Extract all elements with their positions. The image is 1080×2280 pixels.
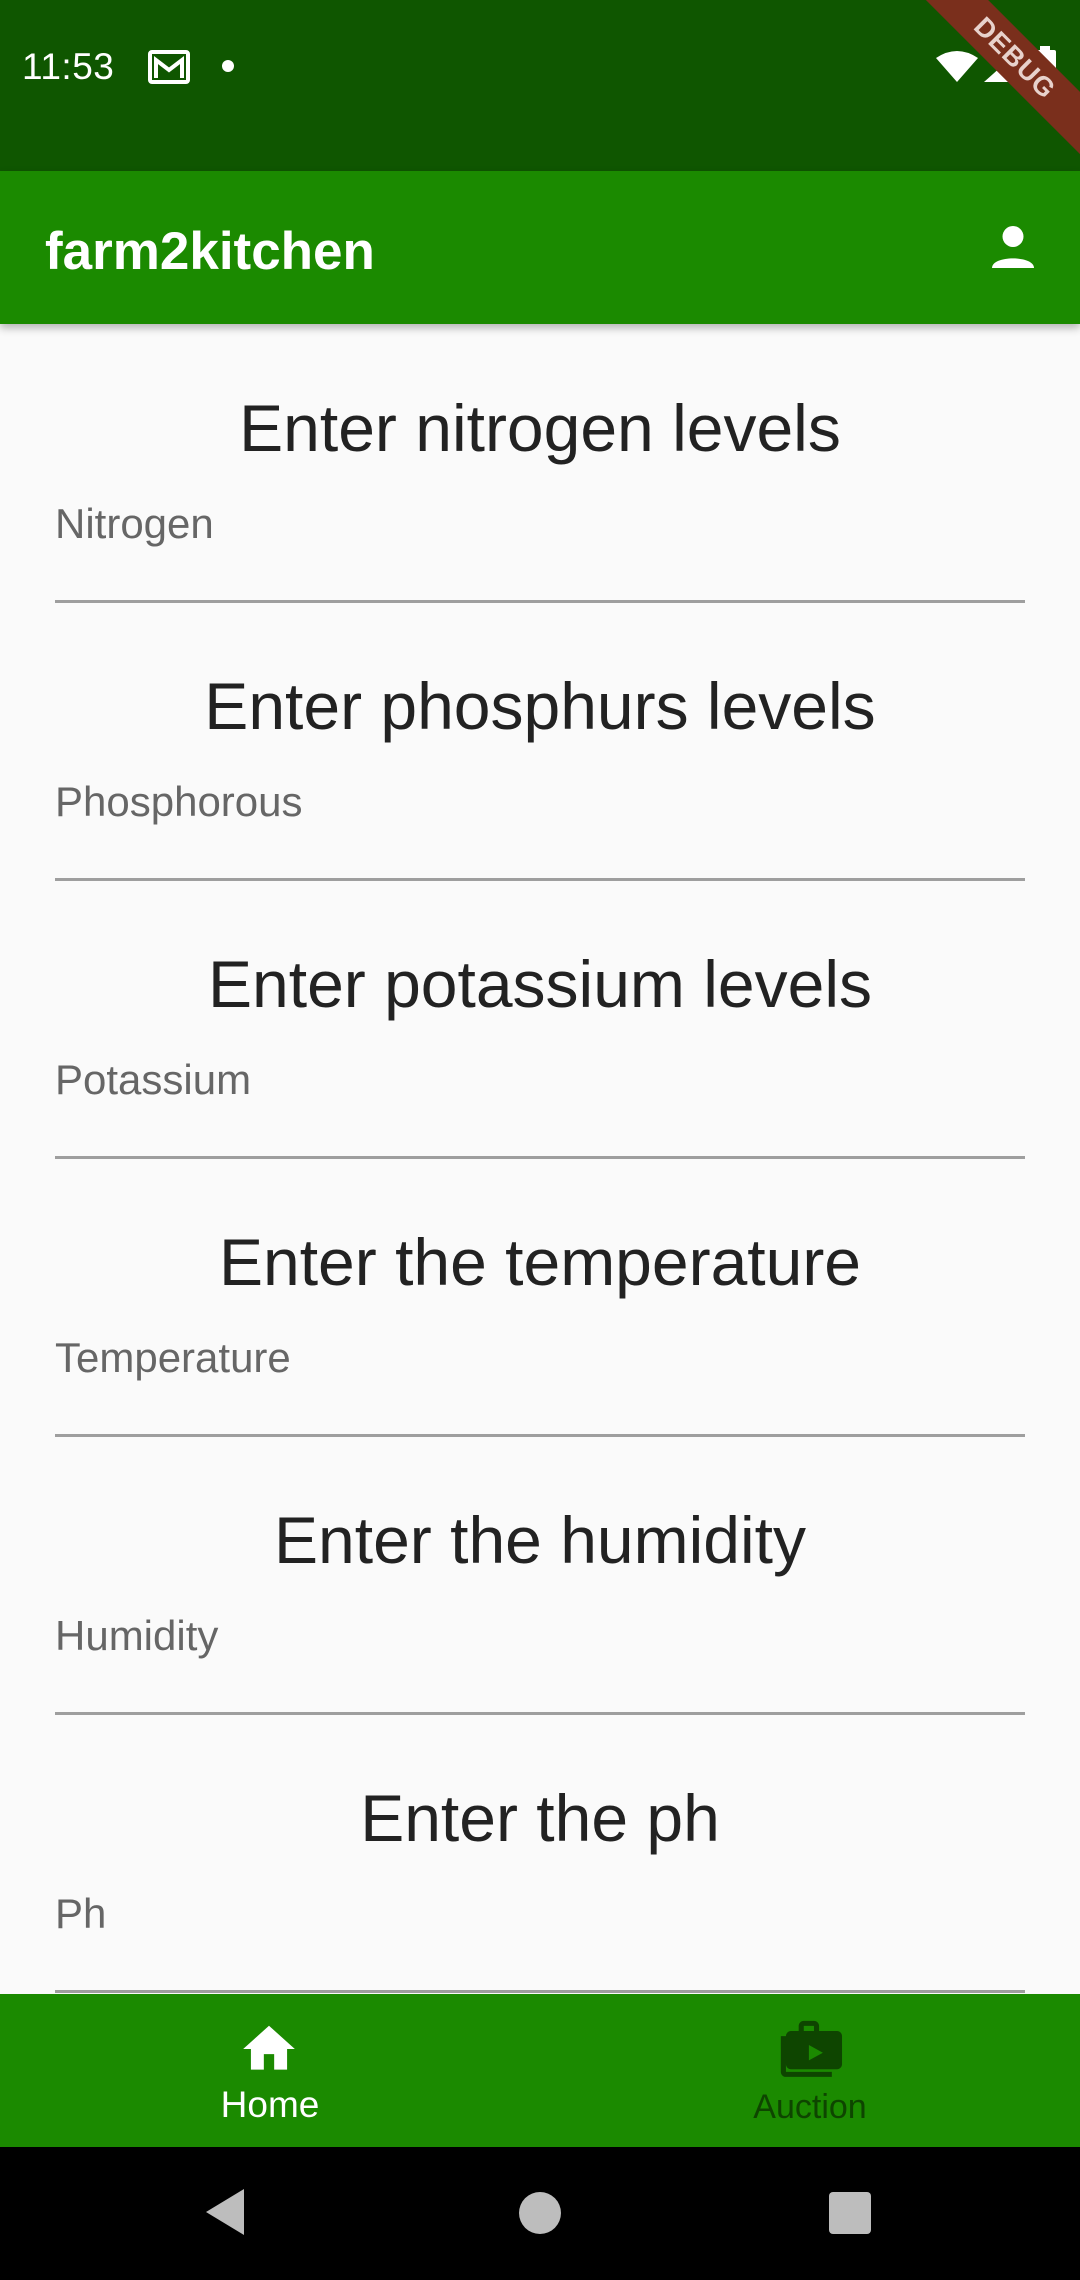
humidity-heading: Enter the humidity [274,1503,806,1577]
ph-input[interactable] [55,1874,1025,1954]
status-bar: 11:53 DEBUG [0,0,1080,171]
phosphorous-heading: Enter phosphurs levels [204,669,876,743]
nitrogen-input[interactable] [55,484,1025,564]
ph-section: Enter the ph [0,1714,1080,1993]
notification-dot-icon [222,60,234,72]
nitrogen-field [55,484,1025,603]
app-bar: farm2kitchen [0,171,1080,324]
system-navigation-bar [0,2147,1080,2280]
person-icon[interactable] [985,219,1041,280]
humidity-field [55,1596,1025,1715]
ph-field [55,1874,1025,1993]
home-icon [238,2018,300,2085]
nitrogen-heading: Enter nitrogen levels [239,391,841,465]
app-title: farm2kitchen [45,222,375,281]
nitrogen-section: Enter nitrogen levels [0,324,1080,603]
phosphorous-section: Enter phosphurs levels [0,602,1080,881]
temperature-field [55,1318,1025,1437]
temperature-section: Enter the temperature [0,1158,1080,1437]
home-circle-icon[interactable] [518,2191,562,2240]
soil-input-form: Enter nitrogen levels Enter phosphurs le… [0,324,1080,1994]
nav-home[interactable]: Home [0,1994,540,2147]
potassium-heading: Enter potassium levels [208,947,872,1021]
status-time: 11:53 [22,46,115,87]
nav-auction-label: Auction [753,2088,867,2126]
temperature-input[interactable] [55,1318,1025,1398]
phosphorous-input[interactable] [55,762,1025,842]
humidity-section: Enter the humidity [0,1436,1080,1715]
auction-icon [778,2018,846,2091]
nav-home-label: Home [220,2084,320,2125]
potassium-section: Enter potassium levels [0,880,1080,1159]
wifi-icon [936,50,978,89]
bottom-navigation: Home Auction [0,1994,1080,2147]
temperature-heading: Enter the temperature [218,1225,862,1299]
ph-underline [55,1990,1025,1993]
ph-heading: Enter the ph [360,1781,720,1855]
potassium-input[interactable] [55,1040,1025,1120]
nav-auction[interactable]: Auction [540,1994,1080,2147]
back-icon[interactable] [204,2187,248,2242]
humidity-input[interactable] [55,1596,1025,1676]
gmail-notification-icon [148,50,190,89]
recents-square-icon[interactable] [828,2191,872,2240]
potassium-field [55,1040,1025,1159]
phosphorous-field [55,762,1025,881]
